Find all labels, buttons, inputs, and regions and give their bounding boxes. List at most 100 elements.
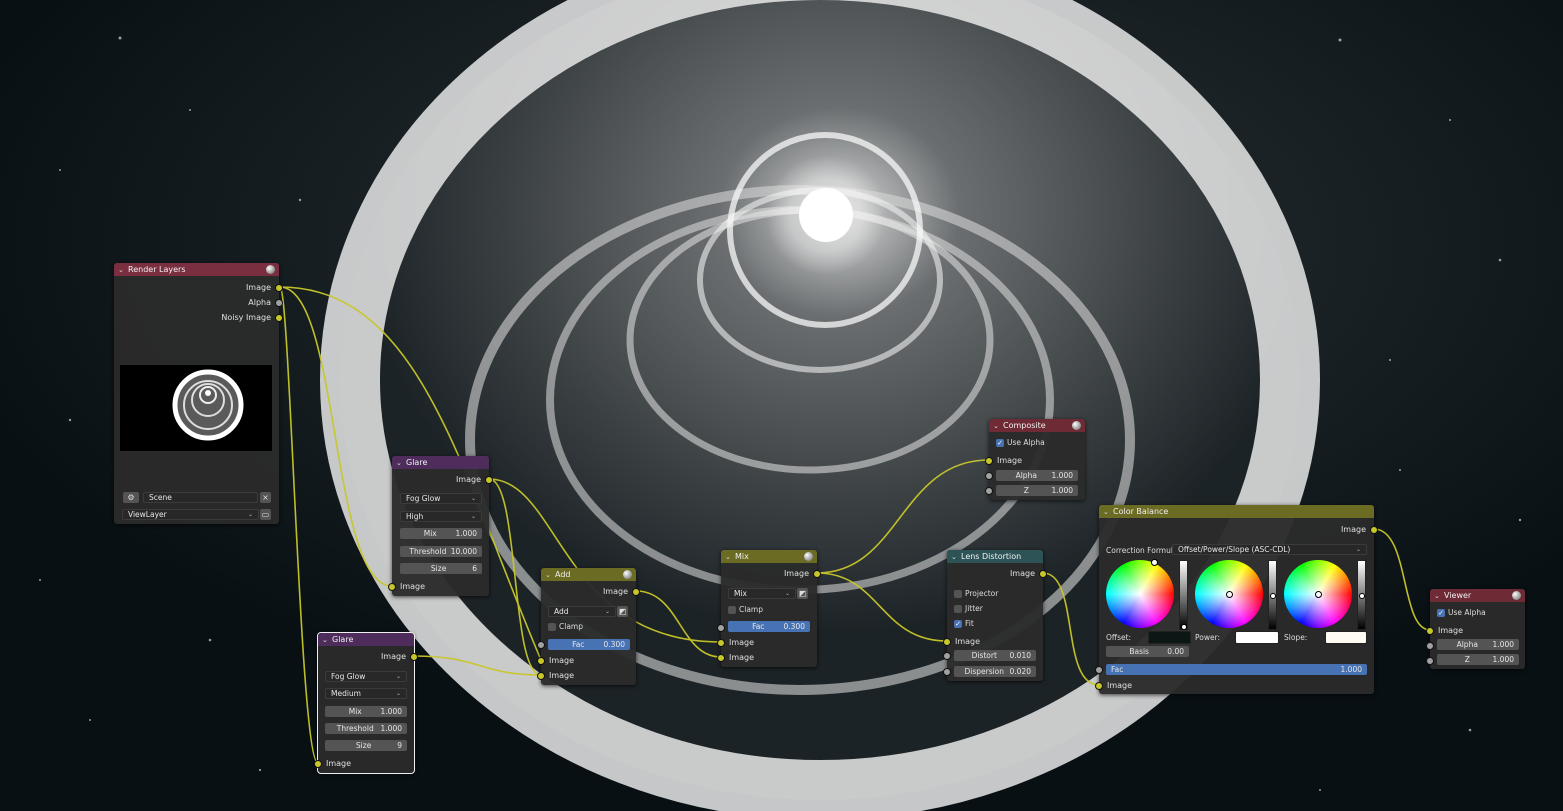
input-image-1-socket[interactable] bbox=[537, 657, 545, 665]
threshold-field[interactable]: Threshold 10.000 bbox=[400, 546, 482, 557]
power-color-swatch[interactable] bbox=[1235, 631, 1279, 644]
fit-checkbox[interactable]: ✓ Fit bbox=[954, 618, 974, 629]
render-layers-node[interactable]: ⌄ Render Layers Image Alpha Noisy Image … bbox=[114, 263, 283, 524]
viewer-node-header[interactable]: ⌄ Viewer bbox=[1430, 589, 1525, 602]
preview-sphere-icon[interactable] bbox=[266, 265, 275, 274]
unlink-scene-icon[interactable]: × bbox=[260, 492, 271, 503]
output-image-socket[interactable] bbox=[275, 284, 283, 292]
input-image-socket[interactable] bbox=[943, 638, 951, 646]
use-alpha-icon[interactable]: ◩ bbox=[797, 588, 808, 599]
collapse-chevron-icon[interactable]: ⌄ bbox=[993, 422, 1001, 430]
input-image-2-socket[interactable] bbox=[537, 672, 545, 680]
slope-color-swatch[interactable] bbox=[1325, 631, 1367, 644]
fac-field[interactable]: Fac 0.300 bbox=[728, 621, 810, 632]
input-alpha-socket[interactable] bbox=[985, 472, 993, 480]
fac-field[interactable]: Fac 0.300 bbox=[548, 639, 630, 650]
clamp-checkbox[interactable]: Clamp bbox=[548, 621, 583, 632]
mix-node-header[interactable]: ⌄ Mix bbox=[721, 550, 817, 563]
output-image-socket[interactable] bbox=[813, 570, 821, 578]
power-value-slider[interactable] bbox=[1268, 560, 1277, 630]
input-z-socket[interactable] bbox=[1426, 657, 1434, 665]
input-image-socket[interactable] bbox=[388, 583, 396, 591]
collapse-chevron-icon[interactable]: ⌄ bbox=[951, 553, 959, 561]
add-node-header[interactable]: ⌄ Add bbox=[541, 568, 636, 581]
input-image-socket[interactable] bbox=[985, 457, 993, 465]
correction-formula-dropdown[interactable]: Offset/Power/Slope (ASC-CDL) ⌄ bbox=[1172, 544, 1367, 555]
glare-type-dropdown[interactable]: Fog Glow ⌄ bbox=[325, 671, 407, 682]
size-field[interactable]: Size 6 bbox=[400, 563, 482, 574]
z-field[interactable]: Z 1.000 bbox=[1437, 654, 1519, 665]
preview-sphere-icon[interactable] bbox=[804, 552, 813, 561]
alpha-field[interactable]: Alpha 1.000 bbox=[996, 470, 1078, 481]
collapse-chevron-icon[interactable]: ⌄ bbox=[1434, 592, 1442, 600]
color-balance-node[interactable]: ⌄ Color Balance Image Correction Formula… bbox=[1095, 505, 1378, 694]
mix-node[interactable]: ⌄ Mix Image Mix ⌄ ◩ Clamp Fac 0.300 Image … bbox=[717, 550, 821, 667]
jitter-checkbox[interactable]: Jitter bbox=[954, 603, 983, 614]
view-layer-dropdown[interactable]: ViewLayer ⌄ bbox=[122, 509, 259, 520]
use-alpha-icon[interactable]: ◩ bbox=[617, 606, 628, 617]
input-fac-socket[interactable] bbox=[717, 624, 725, 632]
alpha-field[interactable]: Alpha 1.000 bbox=[1437, 639, 1519, 650]
input-image-socket[interactable] bbox=[314, 760, 322, 768]
output-alpha-socket[interactable] bbox=[275, 299, 283, 307]
glare-node-2[interactable]: ⌄ Glare Image Fog Glow ⌄ Medium ⌄ Mix 1.000… bbox=[314, 632, 418, 774]
input-image-socket[interactable] bbox=[1095, 682, 1103, 690]
offset-color-swatch[interactable] bbox=[1148, 631, 1191, 644]
collapse-chevron-icon[interactable]: ⌄ bbox=[725, 553, 733, 561]
output-image-socket[interactable] bbox=[485, 476, 493, 484]
composite-node-header[interactable]: ⌄ Composite bbox=[989, 419, 1085, 432]
glare-node-1[interactable]: ⌄ Glare Image Fog Glow ⌄ High ⌄ Mix 1.000 T… bbox=[388, 456, 493, 596]
use-alpha-checkbox[interactable]: ✓ Use Alpha bbox=[1437, 607, 1486, 618]
basis-field[interactable]: Basis 0.00 bbox=[1106, 646, 1189, 657]
input-fac-socket[interactable] bbox=[537, 641, 545, 649]
output-image-socket[interactable] bbox=[632, 588, 640, 596]
render-layers-header[interactable]: ⌄ Render Layers bbox=[114, 263, 279, 276]
output-image-socket[interactable] bbox=[1370, 526, 1378, 534]
mix-field[interactable]: Mix 1.000 bbox=[400, 528, 482, 539]
dispersion-field[interactable]: Dispersion 0.020 bbox=[954, 666, 1036, 677]
color-balance-header[interactable]: ⌄ Color Balance bbox=[1099, 505, 1374, 518]
threshold-field[interactable]: Threshold 1.000 bbox=[325, 723, 407, 734]
collapse-chevron-icon[interactable]: ⌄ bbox=[545, 571, 553, 579]
render-active-icon[interactable]: ▭ bbox=[260, 509, 271, 520]
power-color-wheel[interactable] bbox=[1195, 560, 1263, 628]
output-noisy-image-socket[interactable] bbox=[275, 314, 283, 322]
clamp-checkbox[interactable]: Clamp bbox=[728, 604, 763, 615]
z-field[interactable]: Z 1.000 bbox=[996, 485, 1078, 496]
blend-type-dropdown[interactable]: Add ⌄ bbox=[548, 606, 616, 617]
input-image-1-socket[interactable] bbox=[717, 639, 725, 647]
lens-distortion-node[interactable]: ⌄ Lens Distortion Image Projector Jitter… bbox=[943, 550, 1047, 681]
mix-field[interactable]: Mix 1.000 bbox=[325, 706, 407, 717]
offset-value-slider[interactable] bbox=[1179, 560, 1188, 630]
glare-node-1-header[interactable]: ⌄ Glare bbox=[392, 456, 489, 469]
preview-sphere-icon[interactable] bbox=[1072, 421, 1081, 430]
scene-selector-icon[interactable]: ⚙ bbox=[123, 492, 139, 503]
scene-field[interactable]: Scene bbox=[143, 492, 258, 503]
output-image-socket[interactable] bbox=[410, 653, 418, 661]
collapse-chevron-icon[interactable]: ⌄ bbox=[1103, 508, 1111, 516]
input-image-2-socket[interactable] bbox=[717, 654, 725, 662]
projector-checkbox[interactable]: Projector bbox=[954, 588, 998, 599]
input-image-socket[interactable] bbox=[1426, 627, 1434, 635]
glare-type-dropdown[interactable]: Fog Glow ⌄ bbox=[400, 493, 482, 504]
preview-sphere-icon[interactable] bbox=[1512, 591, 1521, 600]
input-fac-socket[interactable] bbox=[1095, 666, 1103, 674]
use-alpha-checkbox[interactable]: ✓ Use Alpha bbox=[996, 437, 1045, 448]
input-dispersion-socket[interactable] bbox=[943, 668, 951, 676]
lens-distortion-header[interactable]: ⌄ Lens Distortion bbox=[947, 550, 1043, 563]
offset-color-wheel[interactable] bbox=[1106, 559, 1174, 628]
collapse-chevron-icon[interactable]: ⌄ bbox=[322, 636, 330, 644]
size-field[interactable]: Size 9 bbox=[325, 740, 407, 751]
collapse-chevron-icon[interactable]: ⌄ bbox=[396, 459, 404, 467]
input-distort-socket[interactable] bbox=[943, 652, 951, 660]
glare-node-2-header[interactable]: ⌄ Glare bbox=[318, 633, 414, 646]
glare-quality-dropdown[interactable]: Medium ⌄ bbox=[325, 688, 407, 699]
slope-color-wheel[interactable] bbox=[1284, 560, 1352, 628]
add-mix-node[interactable]: ⌄ Add Image Add ⌄ ◩ Clamp Fac 0.300 Image … bbox=[537, 568, 640, 685]
input-alpha-socket[interactable] bbox=[1426, 642, 1434, 650]
glare-quality-dropdown[interactable]: High ⌄ bbox=[400, 511, 482, 522]
output-image-socket[interactable] bbox=[1039, 570, 1047, 578]
input-z-socket[interactable] bbox=[985, 487, 993, 495]
collapse-chevron-icon[interactable]: ⌄ bbox=[118, 266, 126, 274]
distort-field[interactable]: Distort 0.010 bbox=[954, 650, 1036, 661]
